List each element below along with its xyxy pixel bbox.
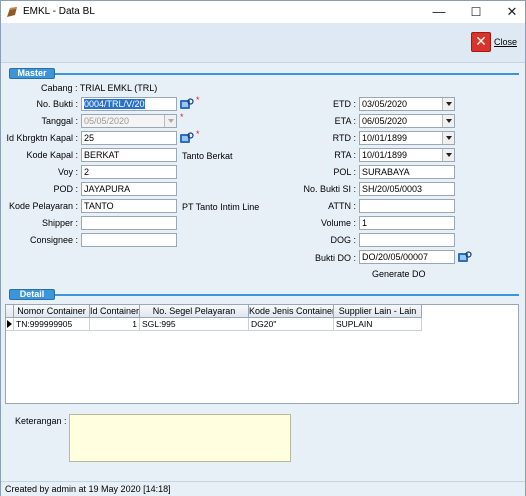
eta-label: ETA : [334,116,356,126]
no-bukti-input[interactable]: 0004/TRL/V/20 [81,97,177,111]
cell-nomor-container[interactable]: TN:999999905 [14,318,90,331]
rtd-label: RTD : [332,133,356,143]
dog-input[interactable] [359,233,455,247]
detail-header: Detail [9,289,55,300]
master-divider [55,73,519,75]
pelayaran-name-text: PT Tanto Intim Line [182,202,260,212]
status-bar: Created by admin at 19 May 2020 [14:18] [1,481,525,496]
volume-input[interactable]: 1 [359,216,455,230]
pod-input[interactable]: JAYAPURA [81,182,177,196]
chevron-down-icon [442,149,454,161]
no-bukti-si-value: SH/20/05/0003 [362,184,423,194]
title-bar: EMKL - Data BL — ☐ ✕ [1,1,525,23]
chevron-down-icon [442,132,454,144]
volume-label: Volume : [320,218,356,228]
rta-date-picker[interactable]: 10/01/1899 [359,148,455,162]
maximize-button[interactable]: ☐ [465,4,487,20]
kode-pelayaran-input[interactable]: TANTO [81,199,177,213]
bukti-do-input[interactable]: DO/20/05/00007 [359,250,455,264]
chevron-down-icon [442,115,454,127]
tanggal-input[interactable]: 05/05/2020 [81,114,177,128]
tanggal-required-mark: * [180,112,184,122]
pod-label: POD : [53,184,78,194]
rtd-value: 10/01/1899 [362,133,408,143]
id-kbrgktn-kapal-label: Id Kbrgktn Kapal : [6,133,78,143]
shipper-input[interactable] [81,216,177,230]
column-header-no-segel[interactable]: No. Segel Pelayaran [140,305,249,318]
chevron-down-icon [164,115,176,127]
close-button-label: Close [494,37,518,47]
id-kbrgktn-kapal-value: 25 [84,133,95,143]
bukti-do-label: Bukti DO : [314,253,356,263]
column-header-nomor-container[interactable]: Nomor Container [14,305,90,318]
chevron-down-icon [442,98,454,110]
eta-date-picker[interactable]: 06/05/2020 [359,114,455,128]
pod-value: JAYAPURA [84,184,131,194]
pol-value: SURABAYA [362,167,410,177]
tanggal-value: 05/05/2020 [84,116,130,126]
no-bukti-si-label: No. Bukti SI : [303,184,356,194]
column-header-id-container[interactable]: Id Container [90,305,140,318]
rta-label: RTA : [334,150,356,160]
no-bukti-value: 0004/TRL/V/20 [84,99,145,109]
no-bukti-si-input[interactable]: SH/20/05/0003 [359,182,455,196]
etd-value: 03/05/2020 [362,99,408,109]
rta-value: 10/01/1899 [362,150,408,160]
row-indicator-icon [6,318,14,331]
kode-kapal-label: Kode Kapal : [26,150,78,160]
kode-kapal-value: BERKAT [84,150,120,160]
shipper-label: Shipper : [41,218,78,228]
column-header-kode-jenis[interactable]: Kode Jenis Container [249,305,334,318]
close-icon: ✕ [471,32,491,52]
id-kbrgktn-kapal-lookup-icon[interactable] [180,132,194,144]
keterangan-label: Keterangan : [15,416,67,426]
cabang-label: Cabang : TRIAL EMKL (TRL) [41,83,158,93]
attn-input[interactable] [359,199,455,213]
voy-value: 2 [84,167,90,177]
etd-date-picker[interactable]: 03/05/2020 [359,97,455,111]
app-icon [6,6,19,18]
id-kbrgktn-kapal-input[interactable]: 25 [81,131,177,145]
toolbar [1,23,525,63]
eta-value: 06/05/2020 [362,116,408,126]
volume-value: 1 [362,218,368,228]
consignee-label: Consignee : [29,235,78,245]
voy-input[interactable]: 2 [81,165,177,179]
window-close-button[interactable]: ✕ [501,4,523,20]
kode-kapal-input[interactable]: BERKAT [81,148,177,162]
etd-label: ETD : [332,99,356,109]
window-title: EMKL - Data BL [23,6,95,17]
emkl-window: EMKL - Data BL — ☐ ✕ ✕ Close Master Caba… [0,0,526,496]
cell-no-segel[interactable]: SGL:995 [140,318,249,331]
kode-pelayaran-value: TANTO [84,201,114,211]
id-kbrgktn-kapal-required-mark: * [196,129,200,139]
voy-label: Voy : [57,167,78,177]
master-header: Master [9,68,55,79]
no-bukti-required-mark: * [196,95,200,105]
no-bukti-lookup-icon[interactable] [180,98,194,110]
keterangan-textarea[interactable] [69,414,291,462]
cell-supplier[interactable]: SUPLAIN [334,318,422,331]
cell-kode-jenis[interactable]: DG20'' [249,318,334,331]
detail-divider [55,294,519,296]
pol-label: POL : [333,167,356,177]
rtd-date-picker[interactable]: 10/01/1899 [359,131,455,145]
attn-label: ATTN : [328,201,356,211]
bukti-do-lookup-icon[interactable] [458,251,472,263]
row-indicator-header [6,305,14,318]
consignee-input[interactable] [81,233,177,247]
kapal-name-text: Tanto Berkat [182,151,233,161]
tanggal-label: Tanggal : [41,116,78,126]
minimize-button[interactable]: — [428,4,450,20]
bukti-do-value: DO/20/05/00007 [362,252,429,262]
dog-label: DOG : [330,235,356,245]
pol-input[interactable]: SURABAYA [359,165,455,179]
cell-id-container[interactable]: 1 [90,318,140,331]
column-header-supplier[interactable]: Supplier Lain - Lain [334,305,422,318]
no-bukti-label: No. Bukti : [36,99,78,109]
close-button[interactable]: ✕ Close [471,31,523,53]
generate-do-link[interactable]: Generate DO [372,269,426,279]
detail-grid: Nomor Container Id Container No. Segel P… [5,304,519,404]
kode-pelayaran-label: Kode Pelayaran : [8,201,78,211]
